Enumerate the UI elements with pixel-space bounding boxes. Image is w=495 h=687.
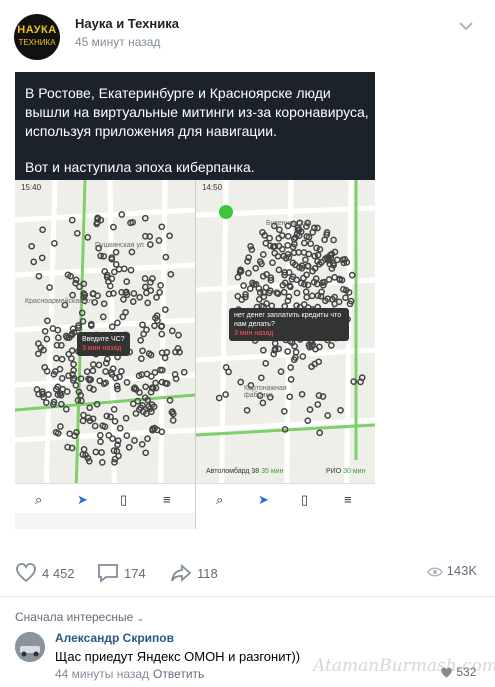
- map-screenshot-left: 15:40 Пушкинская ул Красноармейская ул. …: [15, 180, 195, 529]
- heart-icon: [16, 563, 36, 583]
- street-label-right-2: Картонажная фабрика: [244, 385, 287, 399]
- menu-icon[interactable]: ≡: [344, 492, 352, 507]
- status-bar-time: 15:40: [21, 183, 42, 192]
- avatar-logo-text: НАУКА: [17, 24, 57, 36]
- group-name[interactable]: Наука и Техника: [75, 16, 179, 31]
- user-message-bubble-right[interactable]: нет денег заплатить кредиты что нам дела…: [229, 308, 349, 341]
- bubble-title: Введите ЧС?: [82, 336, 125, 343]
- comment-author[interactable]: Александр Скрипов: [55, 631, 174, 645]
- avatar-logo-subtext: ТЕХНИКА: [18, 38, 56, 47]
- chevron-down-icon: ⌄: [136, 613, 145, 623]
- views-count: 143K: [446, 563, 477, 578]
- comment-icon: [98, 564, 118, 583]
- bookmarks-icon[interactable]: ▯: [120, 492, 127, 508]
- street-label: Пушкинская ул: [95, 242, 144, 249]
- map-right-graphic: [196, 180, 375, 529]
- views-counter: 143K: [427, 563, 477, 578]
- comment-like-count: 532: [456, 665, 477, 679]
- system-nav-bar: [15, 513, 195, 529]
- street-label-2: Красноармейская ул.: [25, 298, 95, 305]
- post-reactions: 4 452 174 118 143K: [0, 555, 495, 591]
- group-avatar[interactable]: НАУКА ТЕХНИКА: [14, 14, 60, 60]
- avatar-car-image: [15, 632, 45, 662]
- route-name-2: РИО: [326, 468, 342, 475]
- comment-button[interactable]: 174: [97, 563, 157, 583]
- system-nav-bar-right: [196, 513, 375, 529]
- route-time-2: 30 мин: [343, 468, 366, 475]
- comment-text: Щас приедут Яндекс ОМОН и разгонит)): [55, 649, 301, 664]
- divider: [0, 596, 495, 597]
- like-count: 4 452: [42, 566, 75, 581]
- post-time[interactable]: 45 минут назад: [75, 35, 160, 49]
- route-name: Автоломбард 38: [206, 468, 260, 475]
- route-label: Автоломбард 38 35 мин: [206, 468, 283, 475]
- bookmarks-icon[interactable]: ▯: [301, 492, 308, 508]
- share-count: 118: [197, 566, 218, 581]
- bubble-title-right: нет денег заплатить кредиты что нам дела…: [234, 312, 342, 328]
- like-button[interactable]: 4 452: [15, 563, 75, 583]
- share-icon: [171, 564, 192, 582]
- map-bottom-navbar-right: ⌕ ➤ ▯ ≡: [196, 483, 375, 514]
- map-screenshot-right: 14:50 Буденновская Картонажная фабрика н…: [195, 180, 375, 529]
- eye-icon: [427, 567, 443, 577]
- caption-text: В Ростове, Екатеринбурге и Красноярске л…: [25, 85, 369, 139]
- post-header: НАУКА ТЕХНИКА Наука и Техника 45 минут н…: [0, 0, 495, 62]
- navigation-arrow-icon[interactable]: ➤: [77, 492, 88, 508]
- street-label-right: Буденновская: [266, 220, 312, 227]
- navigation-arrow-icon[interactable]: ➤: [258, 492, 269, 508]
- image-caption: В Ростове, Екатеринбурге и Красноярске л…: [15, 72, 375, 180]
- bubble-time: 3 мин назад: [82, 345, 122, 352]
- share-button[interactable]: 118: [170, 563, 230, 583]
- comment-like-button[interactable]: 532: [440, 665, 476, 679]
- sort-label: Сначала интересные: [15, 610, 134, 624]
- comment-time[interactable]: 44 минуты назад: [55, 667, 149, 681]
- chevron-down-icon[interactable]: [456, 18, 476, 34]
- search-icon[interactable]: ⌕: [35, 492, 42, 508]
- caption-text-2: Вот и наступила эпоха киберпанка.: [25, 159, 255, 175]
- status-bar-time-right: 14:50: [202, 183, 223, 192]
- reply-button[interactable]: Ответить: [153, 667, 204, 681]
- avatar[interactable]: [15, 632, 45, 662]
- search-icon[interactable]: ⌕: [216, 492, 223, 508]
- comments-sort-dropdown[interactable]: Сначала интересные ⌄: [15, 610, 144, 624]
- heart-icon: [441, 667, 452, 678]
- post-image[interactable]: В Ростове, Екатеринбурге и Красноярске л…: [15, 72, 375, 529]
- route-time: 35 мин: [261, 468, 284, 475]
- map-bottom-navbar: ⌕ ➤ ▯ ≡: [15, 483, 195, 514]
- user-message-bubble[interactable]: Введите ЧС? 3 мин назад: [77, 332, 130, 356]
- comment-count: 174: [124, 566, 146, 581]
- route-label-2: РИО 30 мин: [326, 468, 365, 475]
- bubble-time-right: 3 мин назад: [234, 330, 274, 337]
- menu-icon[interactable]: ≡: [163, 492, 171, 507]
